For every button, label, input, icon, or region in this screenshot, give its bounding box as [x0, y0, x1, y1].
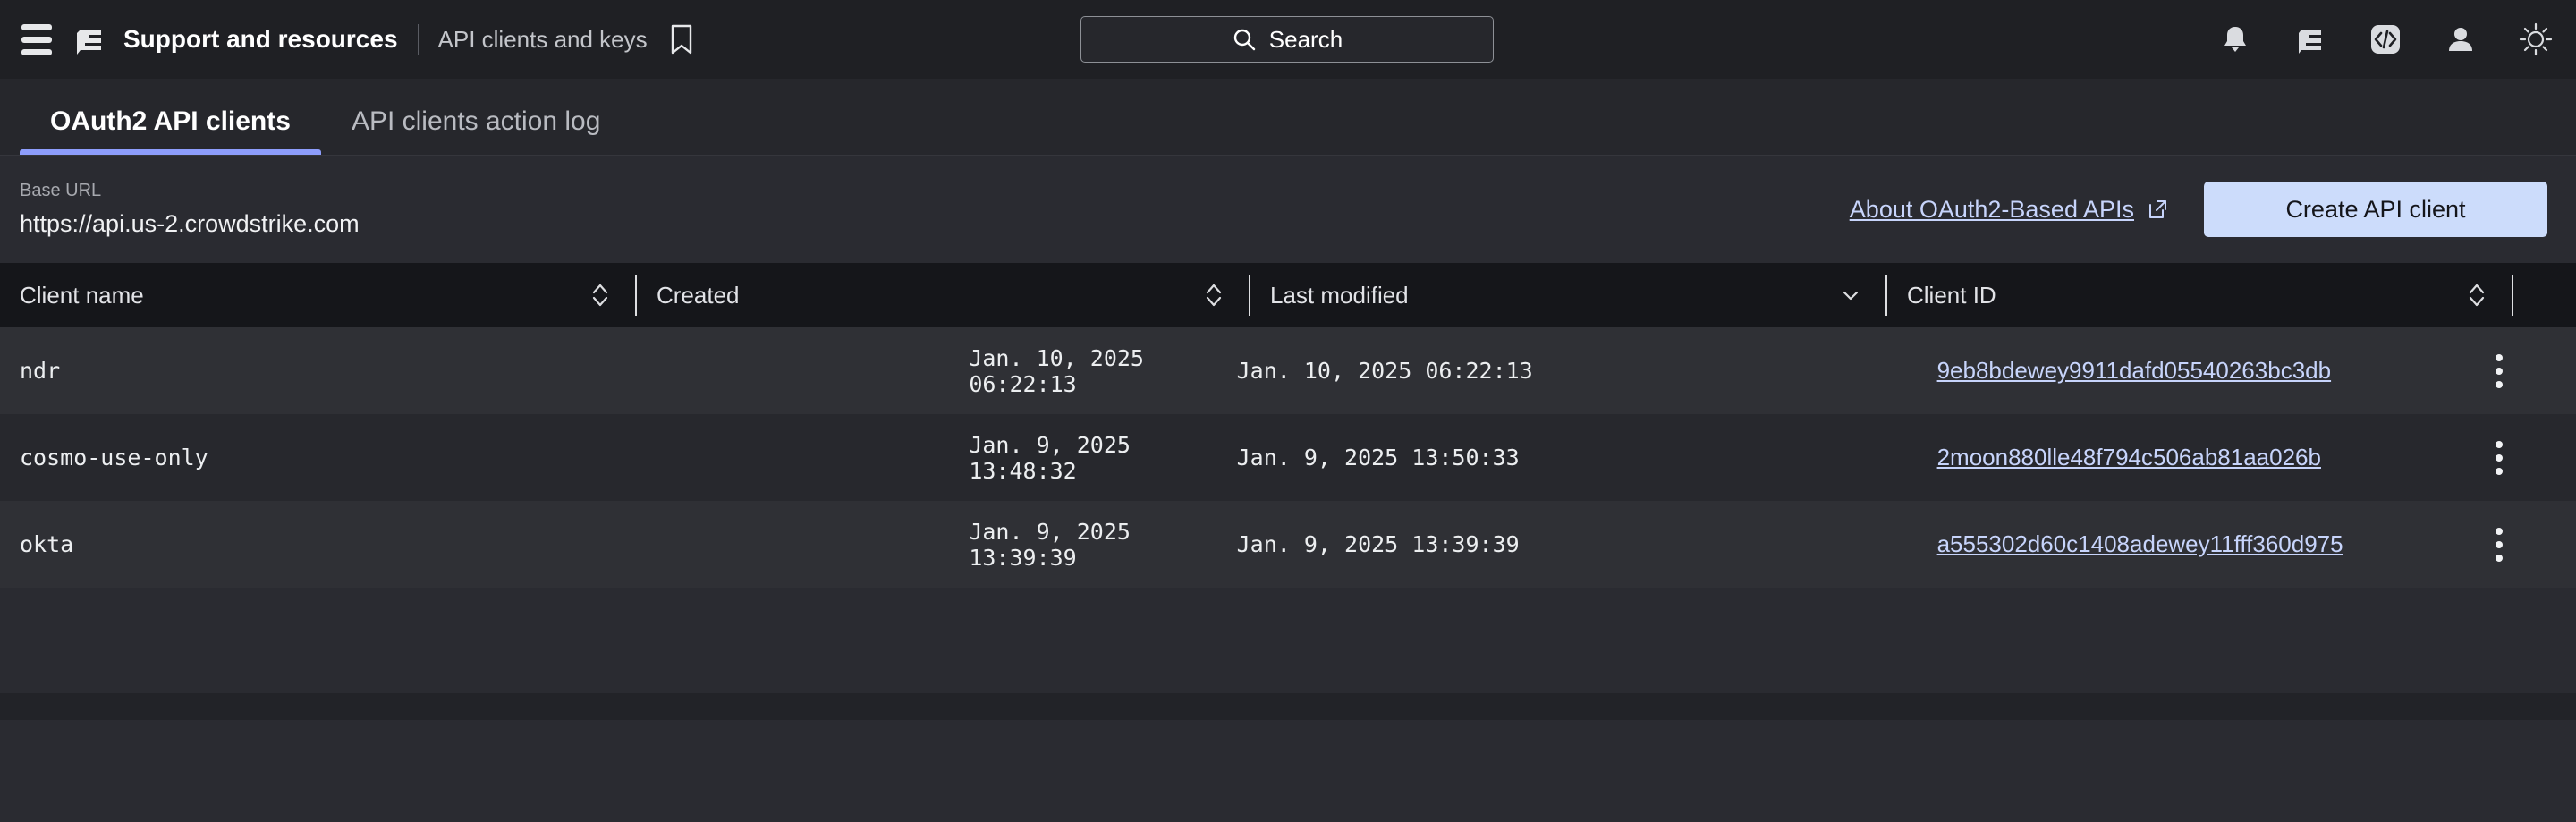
theme-sun-icon[interactable]: [2517, 21, 2555, 58]
kebab-dot: [2496, 441, 2503, 448]
code-brackets-icon[interactable]: [2367, 21, 2404, 58]
table-empty-area: [0, 588, 2576, 693]
section-title[interactable]: API clients and keys: [438, 26, 648, 54]
column-header-client-name[interactable]: Client name: [0, 263, 637, 327]
column-header-client-id[interactable]: Client ID: [1887, 263, 2513, 327]
bookmark-icon[interactable]: [662, 20, 701, 59]
table-body: ndr Jan. 10, 2025 06:22:13 Jan. 10, 2025…: [0, 327, 2576, 588]
tab-bar: OAuth2 API clients API clients action lo…: [0, 79, 2576, 156]
kebab-dot: [2496, 454, 2503, 462]
topbar-icon-group: [2216, 0, 2555, 79]
cell-created: Jan. 10, 2025 06:22:13: [627, 327, 1236, 414]
base-url-label: Base URL: [20, 181, 360, 201]
tab-api-clients-action-log[interactable]: API clients action log: [321, 106, 631, 155]
page-footer: [0, 693, 2576, 720]
cell-actions: [2481, 501, 2576, 588]
cell-created: Jan. 9, 2025 13:39:39: [627, 501, 1236, 588]
search-icon: [1232, 27, 1257, 52]
sort-updown-icon[interactable]: [2465, 280, 2488, 310]
about-oauth2-link[interactable]: About OAuth2-Based APIs: [1850, 196, 2168, 224]
cell-last-modified: Jan. 9, 2025 13:50:33: [1237, 414, 1864, 501]
cell-client-name: cosmo-use-only: [0, 414, 627, 501]
client-id-link[interactable]: a555302d60c1408adewey11fff360d975: [1937, 530, 2343, 558]
column-header-last-modified[interactable]: Last modified: [1250, 263, 1887, 327]
kebab-dot: [2496, 555, 2503, 562]
column-header-label: Created: [637, 282, 740, 309]
tab-oauth2-api-clients[interactable]: OAuth2 API clients: [20, 106, 321, 155]
cell-created: Jan. 9, 2025 13:48:32: [627, 414, 1236, 501]
client-id-link[interactable]: 2moon880lle48f794c506ab81aa026b: [1937, 444, 2321, 471]
tab-label: OAuth2 API clients: [50, 106, 291, 136]
kebab-dot: [2496, 354, 2503, 361]
create-api-client-button[interactable]: Create API client: [2204, 182, 2547, 237]
kebab-dot: [2496, 368, 2503, 375]
brand-title[interactable]: Support and resources: [123, 25, 398, 54]
kebab-dot: [2496, 468, 2503, 475]
search-container[interactable]: Search: [1080, 16, 1494, 63]
base-url-value: https://api.us-2.crowdstrike.com: [20, 210, 360, 238]
cell-client-id: 2moon880lle48f794c506ab81aa026b: [1864, 414, 2481, 501]
table-row[interactable]: cosmo-use-only Jan. 9, 2025 13:48:32 Jan…: [0, 414, 2576, 501]
cell-last-modified: Jan. 9, 2025 13:39:39: [1237, 501, 1864, 588]
chevron-down-icon[interactable]: [1839, 284, 1862, 306]
hamburger-bar: [21, 37, 52, 43]
kebab-dot: [2496, 528, 2503, 535]
table-header-row: Client name Created Last modified: [0, 263, 2576, 327]
table-row[interactable]: ndr Jan. 10, 2025 06:22:13 Jan. 10, 2025…: [0, 327, 2576, 414]
api-clients-table: Client name Created Last modified: [0, 263, 2576, 693]
notifications-bell-icon[interactable]: [2216, 21, 2254, 58]
crowdstrike-logo-icon[interactable]: [70, 19, 111, 60]
cell-actions: [2481, 414, 2576, 501]
cell-client-id: 9eb8bdewey9911dafd05540263bc3db: [1864, 327, 2481, 414]
kebab-menu-icon[interactable]: [2481, 435, 2517, 481]
kebab-menu-icon[interactable]: [2481, 521, 2517, 568]
client-id-link[interactable]: 9eb8bdewey9911dafd05540263bc3db: [1937, 357, 2332, 385]
base-url-block: Base URL https://api.us-2.crowdstrike.co…: [20, 181, 360, 238]
nav-divider: [418, 24, 419, 55]
sub-header: Base URL https://api.us-2.crowdstrike.co…: [0, 156, 2576, 263]
hamburger-bar: [21, 49, 52, 55]
cell-client-name: ndr: [0, 327, 627, 414]
column-header-actions: [2513, 263, 2576, 327]
cell-client-id: a555302d60c1408adewey11fff360d975: [1864, 501, 2481, 588]
sort-updown-icon[interactable]: [589, 280, 612, 310]
kebab-dot: [2496, 381, 2503, 388]
sort-updown-icon[interactable]: [1202, 280, 1225, 310]
cell-last-modified: Jan. 10, 2025 06:22:13: [1237, 327, 1864, 414]
kebab-menu-icon[interactable]: [2481, 348, 2517, 394]
cell-actions: [2481, 327, 2576, 414]
top-navigation-bar: Support and resources API clients and ke…: [0, 0, 2576, 79]
search-input[interactable]: Search: [1080, 16, 1494, 63]
column-header-label: Client name: [0, 282, 144, 309]
sub-header-actions: About OAuth2-Based APIs Create API clien…: [1850, 182, 2547, 237]
tab-label: API clients action log: [352, 106, 600, 136]
table-row[interactable]: okta Jan. 9, 2025 13:39:39 Jan. 9, 2025 …: [0, 501, 2576, 588]
search-placeholder-label: Search: [1269, 26, 1343, 54]
cell-client-name: okta: [0, 501, 627, 588]
crowdstrike-chat-icon[interactable]: [2292, 21, 2329, 58]
about-oauth2-link-label: About OAuth2-Based APIs: [1850, 196, 2134, 224]
user-account-icon[interactable]: [2442, 21, 2479, 58]
column-header-label: Client ID: [1887, 282, 1996, 309]
column-header-created[interactable]: Created: [637, 263, 1250, 327]
external-link-icon: [2147, 199, 2168, 220]
kebab-dot: [2496, 541, 2503, 548]
column-header-label: Last modified: [1250, 282, 1409, 309]
hamburger-bar: [21, 24, 52, 30]
hamburger-menu-icon[interactable]: [16, 19, 57, 60]
